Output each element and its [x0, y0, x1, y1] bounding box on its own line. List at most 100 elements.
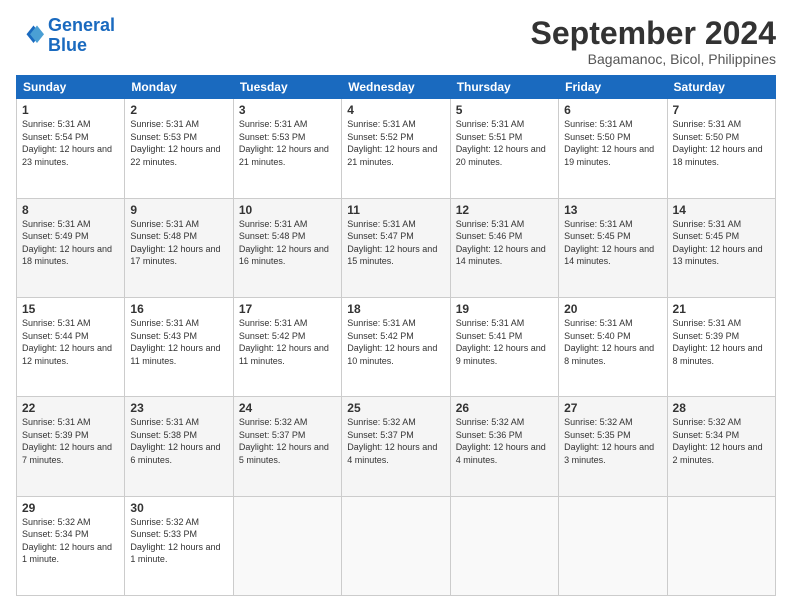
day-number: 8 — [22, 203, 119, 217]
day-info: Sunrise: 5:31 AMSunset: 5:39 PMDaylight:… — [673, 317, 770, 367]
day-number: 17 — [239, 302, 336, 316]
calendar-week-3: 15 Sunrise: 5:31 AMSunset: 5:44 PMDaylig… — [17, 297, 776, 396]
day-number: 25 — [347, 401, 444, 415]
day-info: Sunrise: 5:31 AMSunset: 5:47 PMDaylight:… — [347, 218, 444, 268]
calendar-week-1: 1 Sunrise: 5:31 AMSunset: 5:54 PMDayligh… — [17, 99, 776, 198]
table-row: 3 Sunrise: 5:31 AMSunset: 5:53 PMDayligh… — [233, 99, 341, 198]
col-monday: Monday — [125, 76, 233, 99]
table-row: 20 Sunrise: 5:31 AMSunset: 5:40 PMDaylig… — [559, 297, 667, 396]
day-number: 5 — [456, 103, 553, 117]
day-number: 27 — [564, 401, 661, 415]
day-info: Sunrise: 5:31 AMSunset: 5:46 PMDaylight:… — [456, 218, 553, 268]
table-row: 25 Sunrise: 5:32 AMSunset: 5:37 PMDaylig… — [342, 397, 450, 496]
table-row: 10 Sunrise: 5:31 AMSunset: 5:48 PMDaylig… — [233, 198, 341, 297]
day-info: Sunrise: 5:31 AMSunset: 5:38 PMDaylight:… — [130, 416, 227, 466]
day-info: Sunrise: 5:31 AMSunset: 5:51 PMDaylight:… — [456, 118, 553, 168]
location: Bagamanoc, Bicol, Philippines — [531, 51, 776, 67]
table-row: 15 Sunrise: 5:31 AMSunset: 5:44 PMDaylig… — [17, 297, 125, 396]
day-info: Sunrise: 5:31 AMSunset: 5:42 PMDaylight:… — [239, 317, 336, 367]
day-info: Sunrise: 5:31 AMSunset: 5:53 PMDaylight:… — [130, 118, 227, 168]
logo-text: General Blue — [48, 16, 115, 56]
table-row: 30 Sunrise: 5:32 AMSunset: 5:33 PMDaylig… — [125, 496, 233, 595]
day-info: Sunrise: 5:31 AMSunset: 5:39 PMDaylight:… — [22, 416, 119, 466]
day-number: 20 — [564, 302, 661, 316]
day-info: Sunrise: 5:31 AMSunset: 5:45 PMDaylight:… — [564, 218, 661, 268]
col-thursday: Thursday — [450, 76, 558, 99]
day-info: Sunrise: 5:31 AMSunset: 5:40 PMDaylight:… — [564, 317, 661, 367]
day-number: 23 — [130, 401, 227, 415]
day-number: 10 — [239, 203, 336, 217]
day-number: 28 — [673, 401, 770, 415]
day-info: Sunrise: 5:32 AMSunset: 5:35 PMDaylight:… — [564, 416, 661, 466]
logo: General Blue — [16, 16, 115, 56]
col-saturday: Saturday — [667, 76, 775, 99]
calendar-week-2: 8 Sunrise: 5:31 AMSunset: 5:49 PMDayligh… — [17, 198, 776, 297]
day-info: Sunrise: 5:32 AMSunset: 5:37 PMDaylight:… — [239, 416, 336, 466]
table-row — [667, 496, 775, 595]
day-info: Sunrise: 5:32 AMSunset: 5:33 PMDaylight:… — [130, 516, 227, 566]
day-number: 16 — [130, 302, 227, 316]
table-row: 8 Sunrise: 5:31 AMSunset: 5:49 PMDayligh… — [17, 198, 125, 297]
day-number: 26 — [456, 401, 553, 415]
day-info: Sunrise: 5:31 AMSunset: 5:49 PMDaylight:… — [22, 218, 119, 268]
day-number: 13 — [564, 203, 661, 217]
calendar-week-5: 29 Sunrise: 5:32 AMSunset: 5:34 PMDaylig… — [17, 496, 776, 595]
table-row: 9 Sunrise: 5:31 AMSunset: 5:48 PMDayligh… — [125, 198, 233, 297]
day-info: Sunrise: 5:31 AMSunset: 5:42 PMDaylight:… — [347, 317, 444, 367]
table-row: 14 Sunrise: 5:31 AMSunset: 5:45 PMDaylig… — [667, 198, 775, 297]
day-info: Sunrise: 5:31 AMSunset: 5:54 PMDaylight:… — [22, 118, 119, 168]
day-number: 18 — [347, 302, 444, 316]
day-number: 22 — [22, 401, 119, 415]
table-row: 11 Sunrise: 5:31 AMSunset: 5:47 PMDaylig… — [342, 198, 450, 297]
calendar: Sunday Monday Tuesday Wednesday Thursday… — [16, 75, 776, 596]
day-info: Sunrise: 5:31 AMSunset: 5:45 PMDaylight:… — [673, 218, 770, 268]
day-number: 29 — [22, 501, 119, 515]
day-info: Sunrise: 5:32 AMSunset: 5:34 PMDaylight:… — [22, 516, 119, 566]
table-row — [559, 496, 667, 595]
day-info: Sunrise: 5:31 AMSunset: 5:53 PMDaylight:… — [239, 118, 336, 168]
month-title: September 2024 — [531, 16, 776, 51]
table-row: 2 Sunrise: 5:31 AMSunset: 5:53 PMDayligh… — [125, 99, 233, 198]
table-row: 23 Sunrise: 5:31 AMSunset: 5:38 PMDaylig… — [125, 397, 233, 496]
day-info: Sunrise: 5:31 AMSunset: 5:44 PMDaylight:… — [22, 317, 119, 367]
day-number: 19 — [456, 302, 553, 316]
day-number: 14 — [673, 203, 770, 217]
table-row — [450, 496, 558, 595]
table-row: 17 Sunrise: 5:31 AMSunset: 5:42 PMDaylig… — [233, 297, 341, 396]
table-row: 16 Sunrise: 5:31 AMSunset: 5:43 PMDaylig… — [125, 297, 233, 396]
day-info: Sunrise: 5:31 AMSunset: 5:41 PMDaylight:… — [456, 317, 553, 367]
page: General Blue September 2024 Bagamanoc, B… — [0, 0, 792, 612]
table-row: 6 Sunrise: 5:31 AMSunset: 5:50 PMDayligh… — [559, 99, 667, 198]
title-block: September 2024 Bagamanoc, Bicol, Philipp… — [531, 16, 776, 67]
table-row: 27 Sunrise: 5:32 AMSunset: 5:35 PMDaylig… — [559, 397, 667, 496]
table-row: 7 Sunrise: 5:31 AMSunset: 5:50 PMDayligh… — [667, 99, 775, 198]
day-number: 4 — [347, 103, 444, 117]
logo-icon — [16, 22, 44, 50]
table-row: 22 Sunrise: 5:31 AMSunset: 5:39 PMDaylig… — [17, 397, 125, 496]
day-number: 1 — [22, 103, 119, 117]
day-number: 9 — [130, 203, 227, 217]
day-info: Sunrise: 5:32 AMSunset: 5:36 PMDaylight:… — [456, 416, 553, 466]
day-number: 12 — [456, 203, 553, 217]
table-row: 4 Sunrise: 5:31 AMSunset: 5:52 PMDayligh… — [342, 99, 450, 198]
day-number: 2 — [130, 103, 227, 117]
calendar-week-4: 22 Sunrise: 5:31 AMSunset: 5:39 PMDaylig… — [17, 397, 776, 496]
day-info: Sunrise: 5:31 AMSunset: 5:50 PMDaylight:… — [564, 118, 661, 168]
day-number: 24 — [239, 401, 336, 415]
table-row: 18 Sunrise: 5:31 AMSunset: 5:42 PMDaylig… — [342, 297, 450, 396]
table-row: 13 Sunrise: 5:31 AMSunset: 5:45 PMDaylig… — [559, 198, 667, 297]
table-row: 24 Sunrise: 5:32 AMSunset: 5:37 PMDaylig… — [233, 397, 341, 496]
day-number: 6 — [564, 103, 661, 117]
table-row: 29 Sunrise: 5:32 AMSunset: 5:34 PMDaylig… — [17, 496, 125, 595]
col-sunday: Sunday — [17, 76, 125, 99]
table-row: 12 Sunrise: 5:31 AMSunset: 5:46 PMDaylig… — [450, 198, 558, 297]
table-row: 28 Sunrise: 5:32 AMSunset: 5:34 PMDaylig… — [667, 397, 775, 496]
table-row — [342, 496, 450, 595]
col-tuesday: Tuesday — [233, 76, 341, 99]
day-number: 30 — [130, 501, 227, 515]
header: General Blue September 2024 Bagamanoc, B… — [16, 16, 776, 67]
table-row — [233, 496, 341, 595]
day-number: 15 — [22, 302, 119, 316]
table-row: 1 Sunrise: 5:31 AMSunset: 5:54 PMDayligh… — [17, 99, 125, 198]
day-number: 11 — [347, 203, 444, 217]
